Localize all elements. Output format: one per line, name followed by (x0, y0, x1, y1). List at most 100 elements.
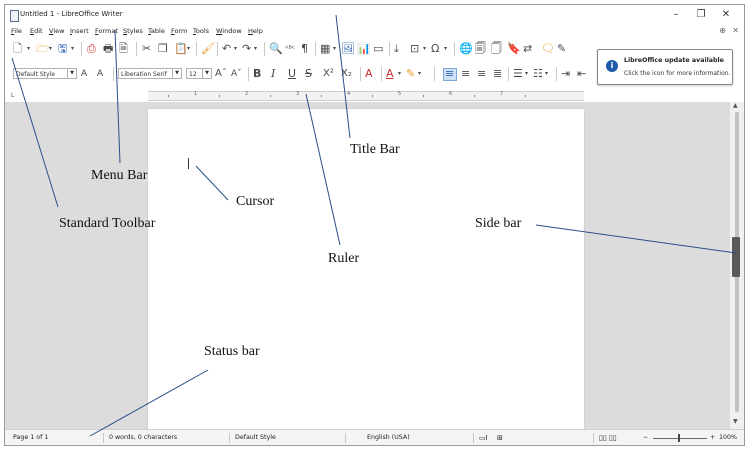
menu-view[interactable]: View (49, 27, 64, 35)
view-layout-icon[interactable]: ▯▯ ▯▯ (599, 434, 617, 442)
tab-stop-type-icon[interactable]: L (11, 92, 14, 99)
open-folder-icon[interactable]: 🗁 (36, 42, 50, 56)
globe-icon[interactable]: ⊕ (719, 26, 726, 35)
spelling-icon[interactable]: ᴬᴮᶜ (285, 42, 295, 56)
find-replace-icon[interactable]: 🔍 (269, 42, 283, 56)
menu-format[interactable]: Format (95, 27, 118, 35)
chevron-down-icon[interactable]: ▼ (202, 69, 211, 78)
menu-insert[interactable]: Insert (70, 27, 89, 35)
increase-indent-icon[interactable]: ⇥ (561, 67, 570, 81)
hyperlink-icon[interactable]: 🌐 (459, 42, 473, 56)
horizontal-ruler[interactable]: 1 2 3 4 5 6 7 (148, 91, 584, 101)
subscript-icon[interactable]: X₂ (341, 67, 352, 81)
bookmark-icon[interactable]: 🔖 (507, 42, 521, 56)
decrease-indent-icon[interactable]: ⇤ (577, 67, 586, 81)
new-document-icon[interactable]: 🗋 (13, 42, 22, 56)
align-right-icon[interactable]: ≡ (477, 67, 486, 81)
document-page[interactable] (148, 109, 584, 439)
sidebar-handle[interactable] (732, 237, 740, 277)
chevron-down-icon[interactable]: ▾ (49, 42, 52, 56)
new-style-icon[interactable]: A (97, 67, 103, 81)
selection-mode-icon[interactable]: ⊞ (497, 434, 503, 442)
insert-table-icon[interactable]: ▦ (320, 42, 330, 56)
track-changes-icon[interactable]: ✎ (557, 42, 566, 56)
increase-font-icon[interactable]: Aˆ (215, 67, 227, 81)
page-count[interactable]: Page 1 of 1 (13, 434, 48, 441)
chevron-down-icon[interactable]: ▾ (333, 42, 336, 56)
chevron-down-icon[interactable]: ▾ (525, 67, 528, 81)
cross-reference-icon[interactable]: ⇄ (523, 42, 532, 56)
endnote-icon[interactable]: 🗍 (491, 42, 502, 56)
print-icon[interactable]: 🖶 (103, 42, 113, 56)
menu-window[interactable]: Window (216, 27, 242, 35)
zoom-slider[interactable] (653, 438, 707, 439)
strikethrough-icon[interactable]: S (305, 67, 312, 81)
undo-icon[interactable]: ↶ (222, 42, 231, 56)
chevron-down-icon[interactable]: ▾ (545, 67, 548, 81)
save-icon[interactable]: 🖫 (58, 42, 67, 56)
scroll-up-icon[interactable]: ▲ (733, 102, 738, 109)
menu-edit[interactable]: Edit (30, 27, 43, 35)
close-document-button[interactable]: ✕ (732, 26, 739, 35)
chevron-down-icon[interactable]: ▾ (27, 42, 30, 56)
minimize-button[interactable]: – (665, 7, 687, 23)
chevron-down-icon[interactable]: ▾ (254, 42, 257, 56)
scroll-down-icon[interactable]: ▼ (733, 418, 738, 425)
numbering-icon[interactable]: ☷ (533, 67, 543, 81)
word-count[interactable]: 0 words, 0 characters (109, 434, 177, 441)
update-style-icon[interactable]: A (81, 67, 87, 81)
menu-table[interactable]: Table (148, 27, 165, 35)
insert-chart-icon[interactable]: 📊 (357, 42, 371, 56)
redo-icon[interactable]: ↷ (242, 42, 251, 56)
insert-image-icon[interactable]: 🖼 (341, 42, 355, 56)
chevron-down-icon[interactable]: ▾ (71, 42, 74, 56)
chevron-down-icon[interactable]: ▼ (67, 69, 76, 78)
align-center-icon[interactable]: ≡ (461, 67, 470, 81)
insert-field-icon[interactable]: ⊡ (410, 42, 419, 56)
highlight-color-icon[interactable]: ✎ (406, 67, 415, 81)
page-style[interactable]: Default Style (235, 434, 276, 441)
insert-textbox-icon[interactable]: ▭ (373, 42, 383, 56)
menu-form[interactable]: Form (171, 27, 187, 35)
chevron-down-icon[interactable]: ▾ (234, 42, 237, 56)
footnote-icon[interactable]: 🗐 (475, 42, 486, 56)
clear-formatting-icon[interactable]: A (365, 67, 373, 81)
font-size-combo[interactable]: 12 ▼ (186, 68, 212, 79)
language[interactable]: English (USA) (367, 434, 410, 441)
decrease-font-icon[interactable]: Aˇ (231, 67, 242, 81)
menu-styles[interactable]: Styles (123, 27, 143, 35)
chevron-down-icon[interactable]: ▾ (423, 42, 426, 56)
page-break-icon[interactable]: ⤓ (394, 42, 399, 56)
zoom-out-button[interactable]: − (643, 434, 648, 441)
maximize-button[interactable]: ❐ (690, 7, 712, 23)
underline-icon[interactable]: U (288, 67, 296, 81)
bold-icon[interactable]: B (253, 67, 261, 81)
chevron-down-icon[interactable]: ▾ (418, 67, 421, 81)
chevron-down-icon[interactable]: ▾ (398, 67, 401, 81)
print-preview-icon[interactable]: 🗎 (119, 42, 128, 56)
chevron-down-icon[interactable]: ▼ (172, 69, 181, 78)
update-notification[interactable]: i LibreOffice update available Click the… (597, 49, 733, 85)
align-left-icon[interactable]: ≡ (445, 67, 454, 81)
zoom-level[interactable]: 100% (719, 434, 737, 441)
superscript-icon[interactable]: X² (323, 67, 334, 81)
close-button[interactable]: ✕ (715, 7, 737, 23)
chevron-down-icon[interactable]: ▾ (444, 42, 447, 56)
formatting-marks-icon[interactable]: ¶ (301, 42, 308, 56)
bullets-icon[interactable]: ☰ (513, 67, 523, 81)
font-name-combo[interactable]: Liberation Serif ▼ (118, 68, 182, 79)
justify-icon[interactable]: ≣ (493, 67, 502, 81)
font-color-icon[interactable]: A (386, 67, 394, 81)
zoom-slider-knob[interactable] (678, 434, 680, 442)
menu-help[interactable]: Help (248, 27, 263, 35)
menu-tools[interactable]: Tools (193, 27, 209, 35)
clone-formatting-icon[interactable]: 🖌 (201, 42, 215, 56)
export-pdf-icon[interactable]: ⎙ (87, 42, 96, 56)
comment-icon[interactable]: 🗨 (541, 42, 555, 56)
italic-icon[interactable]: I (271, 67, 275, 81)
menu-file[interactable]: File (11, 27, 22, 35)
insert-mode-icon[interactable]: ▭I (479, 434, 488, 442)
paste-icon[interactable]: 📋 (174, 42, 188, 56)
paragraph-style-combo[interactable]: Default Style ▼ (13, 68, 77, 79)
chevron-down-icon[interactable]: ▾ (187, 42, 190, 56)
